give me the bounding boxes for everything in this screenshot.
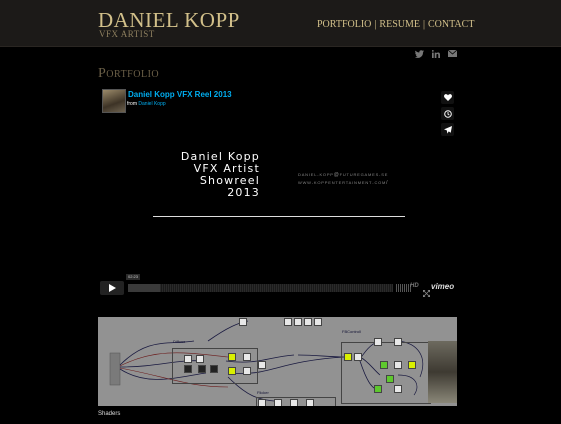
reel-contact: daniel.kopp@futuregames.se www.koppenter… — [298, 171, 388, 187]
reel-title: Daniel Kopp VFX Artist Showreel 2013 — [160, 151, 260, 199]
nav-portfolio[interactable]: PORTFOLIO — [317, 19, 371, 30]
graph-node — [344, 353, 352, 361]
site-header: DANIEL KOPP VFX ARTIST PORTFOLIO | RESUME |… — [0, 0, 561, 47]
node-group — [341, 342, 431, 404]
graph-node — [394, 385, 402, 393]
graph-node — [394, 361, 402, 369]
linkedin-icon[interactable] — [432, 50, 440, 58]
node-label: Diffuse — [173, 339, 186, 344]
site-subtitle: VFX ARTIST — [99, 29, 155, 39]
video-actions — [441, 91, 454, 136]
author-link[interactable]: Daniel Kopp — [138, 101, 165, 107]
graph-node — [228, 353, 236, 361]
video-byline: from Daniel Kopp — [127, 101, 166, 107]
graph-node — [184, 355, 192, 363]
timecode-badge: 02:23 — [126, 274, 141, 280]
graph-node — [258, 399, 266, 406]
graph-node — [228, 367, 236, 375]
node-label: FBControll — [342, 329, 361, 334]
graph-node — [394, 338, 402, 346]
nav-separator: | — [422, 19, 425, 30]
graph-node — [374, 385, 382, 393]
play-icon — [108, 284, 116, 292]
graph-node — [314, 318, 322, 326]
nav-contact[interactable]: CONTACT — [428, 19, 474, 30]
shader-graph-image[interactable]: Diffuse FBControll Flicker — [98, 317, 457, 406]
graph-node — [284, 318, 292, 326]
video-title-link[interactable]: Daniel Kopp VFX Reel 2013 — [127, 90, 233, 99]
reel-email: daniel.kopp@futuregames.se — [298, 172, 389, 178]
node-label: Flicker — [257, 390, 269, 395]
share-button[interactable] — [441, 123, 454, 136]
reel-line: 2013 — [227, 186, 260, 199]
graph-node — [354, 353, 362, 361]
video-player[interactable]: Daniel Kopp VFX Reel 2013 from Daniel Ko… — [98, 85, 461, 302]
graph-node — [258, 361, 266, 369]
image-caption: Shaders — [98, 411, 121, 417]
graph-node — [304, 318, 312, 326]
main-nav: PORTFOLIO | RESUME | CONTACT — [317, 19, 474, 30]
graph-preview — [428, 341, 457, 403]
reel-website: www.koppentertainment.com/ — [298, 180, 389, 186]
page-title: Portfolio — [98, 66, 160, 81]
paper-plane-icon — [443, 125, 452, 134]
graph-node — [184, 365, 192, 373]
graph-node — [243, 353, 251, 361]
from-label: from — [127, 101, 137, 107]
graph-node — [239, 318, 247, 326]
vimeo-logo[interactable]: vimeo — [431, 282, 454, 291]
watch-later-button[interactable] — [441, 107, 454, 120]
graph-node — [374, 338, 382, 346]
graph-node — [408, 361, 416, 369]
graph-node — [290, 399, 298, 406]
graph-node — [386, 375, 394, 383]
progress-loaded — [128, 284, 160, 292]
player-controls: 02:23 HD vimeo — [100, 274, 457, 297]
clock-icon — [443, 109, 452, 118]
graph-node — [198, 365, 206, 373]
hd-toggle[interactable]: HD — [410, 283, 419, 289]
mail-icon[interactable] — [448, 50, 457, 58]
like-button[interactable] — [441, 91, 454, 104]
site-logo[interactable]: DANIEL KOPP — [98, 9, 240, 31]
graph-node — [380, 361, 388, 369]
play-button[interactable] — [100, 281, 124, 295]
author-avatar[interactable] — [102, 89, 126, 113]
progress-bar[interactable] — [128, 284, 393, 292]
graph-node — [274, 399, 282, 406]
heart-icon — [443, 94, 452, 101]
graph-node — [210, 365, 218, 373]
graph-node — [196, 355, 204, 363]
graph-node — [294, 318, 302, 326]
social-links — [415, 50, 457, 58]
volume-control[interactable] — [396, 284, 411, 292]
reel-divider — [153, 216, 405, 217]
graph-node — [306, 399, 314, 406]
graph-node — [243, 367, 251, 375]
fullscreen-icon[interactable] — [423, 284, 430, 302]
nav-resume[interactable]: RESUME — [379, 19, 420, 30]
twitter-icon[interactable] — [415, 50, 424, 58]
